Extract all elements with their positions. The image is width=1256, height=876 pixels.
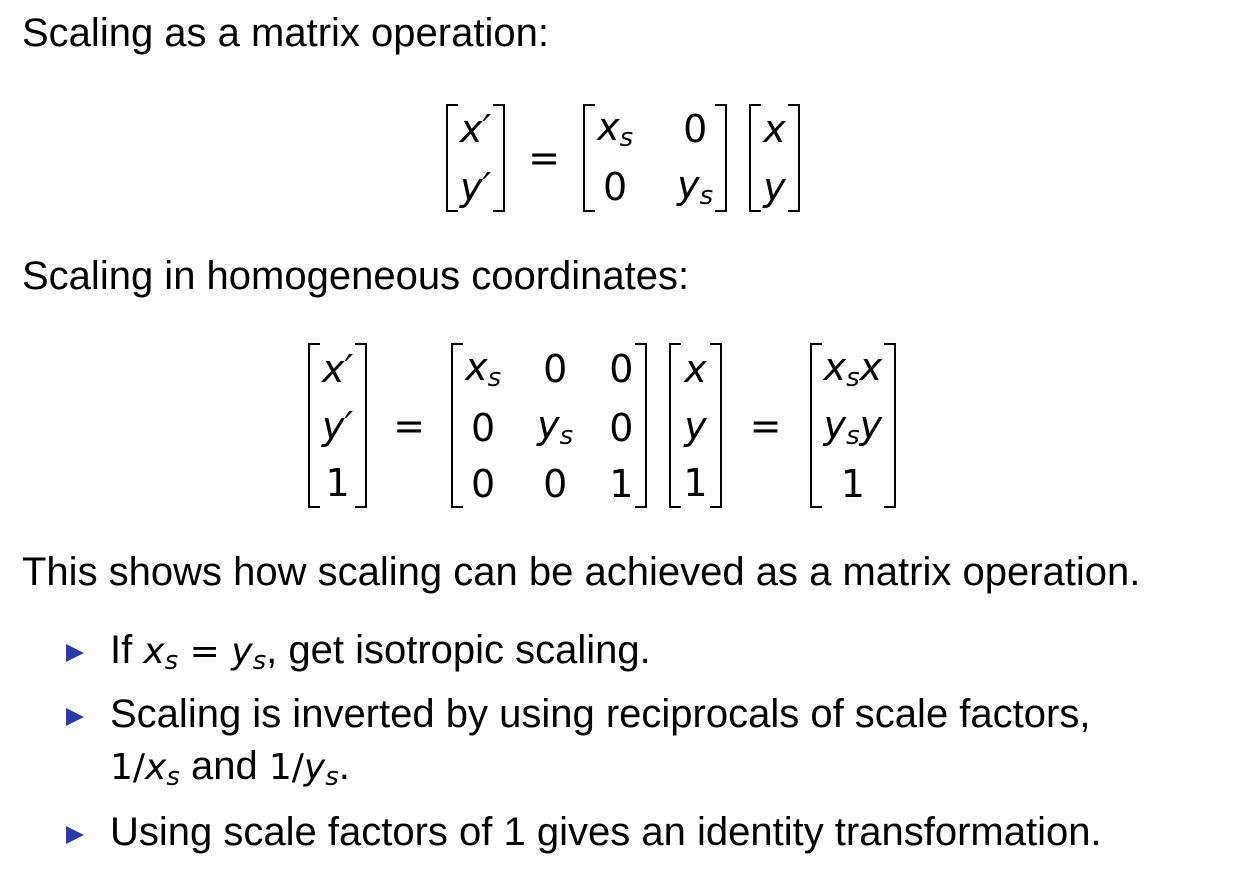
matrix-cell: 0 bbox=[603, 165, 628, 209]
matrix-cell: x′ bbox=[460, 107, 492, 151]
matrix-cell: xsx bbox=[823, 344, 883, 393]
matrix-cell: xs bbox=[597, 104, 634, 153]
bullet-text-line1: Scaling is inverted by using reciprocals… bbox=[110, 692, 1091, 736]
equals-sign: = bbox=[393, 403, 426, 448]
summary-text: This shows how scaling can be achieved a… bbox=[22, 550, 1141, 594]
matrix-cell: ys bbox=[537, 403, 574, 452]
matrix-cell: 1 bbox=[840, 462, 865, 507]
lhs-vector: x′ y′ 1 bbox=[308, 343, 368, 508]
matrix-cell: 0 bbox=[543, 347, 568, 392]
matrix-cell: 0 bbox=[609, 405, 634, 450]
matrix-cell: y′ bbox=[322, 403, 354, 448]
input-vector: x y 1 bbox=[669, 343, 722, 508]
matrix-cell: 0 bbox=[471, 462, 496, 507]
matrix-cell: xs bbox=[465, 344, 502, 393]
result-vector: xsx ysy 1 bbox=[809, 343, 897, 508]
matrix-cell: 0 bbox=[543, 462, 568, 507]
heading-homogeneous: Scaling in homogeneous coordinates: bbox=[22, 254, 690, 298]
matrix-cell: 0 bbox=[609, 347, 634, 392]
bullet-text: Using scale factors of 1 gives an identi… bbox=[110, 810, 1102, 854]
matrix-cell: x′ bbox=[322, 346, 354, 391]
matrix-cell: y bbox=[684, 403, 707, 448]
bullet-text: If xs = ys, get isotropic scaling. bbox=[110, 628, 651, 676]
equation-homogeneous-scaling: x′ y′ 1 = xs 0 0 0 ys 0 0 0 1 x y 1 = xs… bbox=[308, 343, 896, 508]
equals-sign: = bbox=[749, 403, 782, 448]
matrix-cell: y′ bbox=[460, 165, 492, 209]
matrix-cell: 0 bbox=[471, 405, 496, 450]
matrix-cell: 1 bbox=[609, 462, 634, 507]
heading-matrix-operation: Scaling as a matrix operation: bbox=[22, 11, 549, 55]
lhs-vector: x′ y′ bbox=[446, 104, 506, 212]
equation-2d-scaling: x′ y′ = xs 0 0 ys x y bbox=[446, 104, 800, 212]
matrix-cell: ys bbox=[677, 162, 714, 211]
triangle-bullet-icon bbox=[66, 644, 84, 662]
matrix-cell: 1 bbox=[325, 460, 350, 505]
scale-matrix: xs 0 0 0 ys 0 0 0 1 bbox=[451, 343, 648, 508]
matrix-cell: 1 bbox=[683, 460, 708, 505]
matrix-cell: x bbox=[684, 346, 707, 391]
triangle-bullet-icon bbox=[66, 826, 84, 844]
matrix-cell: ysy bbox=[823, 403, 883, 452]
matrix-cell: 0 bbox=[683, 107, 708, 151]
scale-matrix: xs 0 0 ys bbox=[583, 104, 728, 212]
matrix-cell: y bbox=[763, 165, 786, 209]
equals-sign: = bbox=[528, 136, 561, 180]
input-vector: x y bbox=[749, 104, 800, 212]
triangle-bullet-icon bbox=[66, 708, 84, 726]
matrix-cell: x bbox=[763, 107, 786, 151]
bullet-text-line2: 1/xs and 1/ys. bbox=[110, 744, 350, 792]
